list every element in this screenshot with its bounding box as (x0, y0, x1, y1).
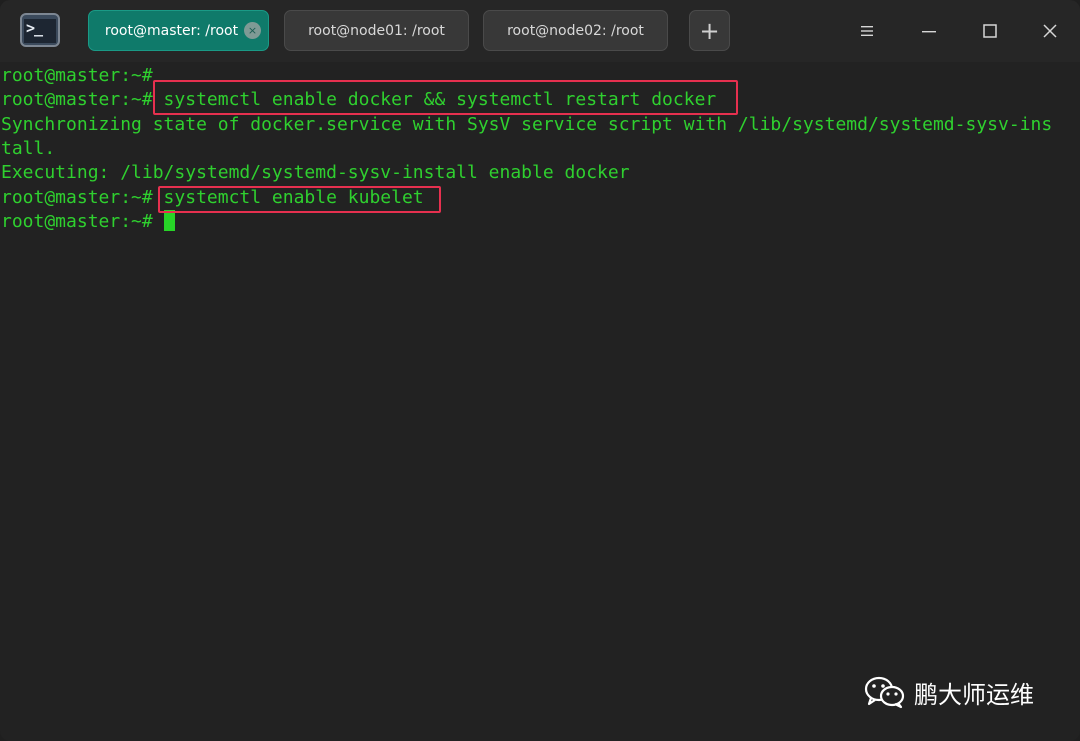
minimize-icon (922, 31, 936, 33)
terminal-prompt: root@master:~# (1, 211, 164, 232)
terminal-line: root@master:~# (1, 65, 153, 86)
text-cursor (163, 210, 175, 231)
watermark-text: 鹏大师运维 (914, 680, 1034, 709)
tab-close-icon[interactable]: × (244, 22, 261, 39)
close-icon (1043, 24, 1057, 38)
tab-master[interactable]: root@master: /root × (88, 10, 269, 51)
new-tab-button[interactable]: + (689, 10, 730, 51)
highlight-box-docker-command (153, 80, 738, 115)
watermark: 鹏大师运维 (864, 672, 1034, 712)
terminal-line: Synchronizing state of docker.service wi… (1, 114, 1053, 135)
terminal-app-icon[interactable]: >_ (20, 13, 60, 47)
menu-icon (861, 26, 873, 36)
highlight-box-kubelet-command (158, 186, 441, 213)
tab-node01[interactable]: root@node01: /root (284, 10, 469, 51)
maximize-button[interactable] (975, 16, 1005, 46)
terminal-output[interactable]: root@master:~# root@master:~# systemctl … (0, 62, 1080, 741)
close-window-button[interactable] (1035, 16, 1065, 46)
tab-label: root@node01: /root (308, 22, 445, 39)
terminal-line: Executing: /lib/systemd/systemd-sysv-ins… (1, 162, 630, 183)
plus-icon: + (699, 16, 720, 45)
minimize-button[interactable] (914, 16, 944, 46)
menu-button[interactable] (852, 16, 882, 46)
terminal-prompt-line: root@master:~# (1, 210, 175, 234)
terminal-line: tall. (1, 138, 56, 159)
terminal-window: >_ root@master: /root × root@node01: /ro… (0, 0, 1080, 741)
maximize-icon (983, 24, 997, 38)
title-bar: >_ root@master: /root × root@node01: /ro… (0, 0, 1080, 62)
tab-label: root@master: /root (104, 22, 239, 39)
tab-label: root@node02: /root (507, 22, 644, 39)
wechat-icon (864, 676, 905, 709)
tab-node02[interactable]: root@node02: /root (483, 10, 668, 51)
